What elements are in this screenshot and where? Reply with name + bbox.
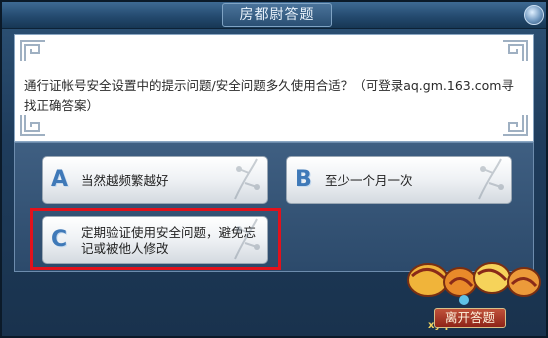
plum-blossom-icon <box>478 158 504 200</box>
answer-option-a[interactable]: A 当然越频繁越好 <box>42 156 268 204</box>
window-title: 房都尉答题 <box>222 3 332 27</box>
corner-ornament-icon <box>499 113 529 137</box>
quiz-window: 房都尉答题 通行证帐号安全设置中的提示问题/安全问题多久使用合适？（可登录aq.… <box>0 0 548 338</box>
corner-ornament-icon <box>499 39 529 63</box>
question-text: 通行证帐号安全设置中的提示问题/安全问题多久使用合适？（可登录aq.gm.163… <box>24 78 514 113</box>
title-bar: 房都尉答题 <box>2 2 546 29</box>
answer-letter: B <box>295 167 312 192</box>
leave-quiz-button[interactable]: 离开答题 <box>434 308 506 328</box>
answer-letter: A <box>51 167 69 192</box>
close-icon[interactable] <box>524 5 544 25</box>
answer-highlight <box>30 208 281 270</box>
corner-ornament-icon <box>19 39 49 63</box>
answer-option-b[interactable]: B 至少一个月一次 <box>286 156 512 204</box>
game-logo-icon <box>407 262 541 305</box>
plum-blossom-icon <box>234 158 260 200</box>
corner-ornament-icon <box>19 113 49 137</box>
answer-text: 至少一个月一次 <box>325 173 413 188</box>
answer-text: 当然越频繁越好 <box>81 173 169 188</box>
